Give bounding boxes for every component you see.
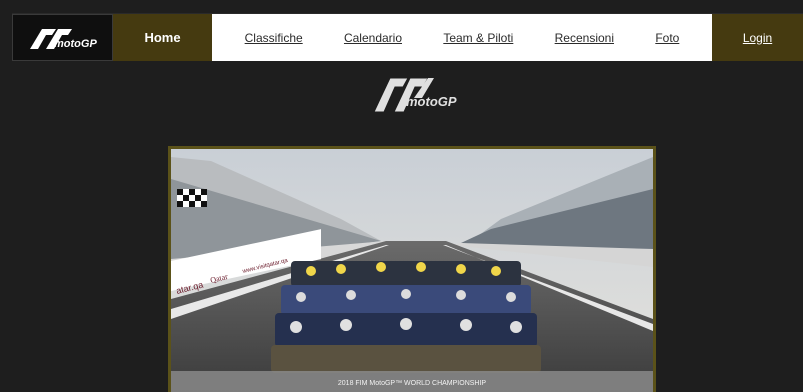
- nav-link-recensioni[interactable]: Recensioni: [555, 31, 614, 45]
- svg-text:2018 FIM MotoGP™ WORLD CHAMPIO: 2018 FIM MotoGP™ WORLD CHAMPIONSHIP: [338, 380, 487, 387]
- svg-text:motoGP: motoGP: [54, 38, 97, 50]
- header-logo[interactable]: motoGP: [12, 14, 113, 61]
- svg-text:motoGP: motoGP: [406, 94, 457, 109]
- circuit-photo: atar.qa Qatar www.visitqatar.qa 2018 FIM…: [171, 149, 653, 392]
- motogp-logo-icon: motoGP: [29, 28, 97, 50]
- motogp-logo-icon: motoGP: [373, 77, 457, 113]
- nav-link-classifiche[interactable]: Classifiche: [245, 31, 303, 45]
- nav-login[interactable]: Login: [712, 14, 803, 61]
- nav-links: Classifiche Calendario Team & Piloti Rec…: [212, 14, 712, 61]
- center-logo: motoGP: [367, 66, 459, 120]
- nav-home-label: Home: [144, 30, 181, 45]
- hero-photo: atar.qa Qatar www.visitqatar.qa 2018 FIM…: [168, 146, 656, 392]
- login-link[interactable]: Login: [743, 31, 772, 45]
- nav-home[interactable]: Home: [113, 14, 212, 61]
- nav-link-foto[interactable]: Foto: [655, 31, 679, 45]
- nav-link-team-piloti[interactable]: Team & Piloti: [443, 31, 513, 45]
- nav-link-calendario[interactable]: Calendario: [344, 31, 402, 45]
- top-navigation: motoGP Home Classifiche Calendario Team …: [12, 13, 803, 61]
